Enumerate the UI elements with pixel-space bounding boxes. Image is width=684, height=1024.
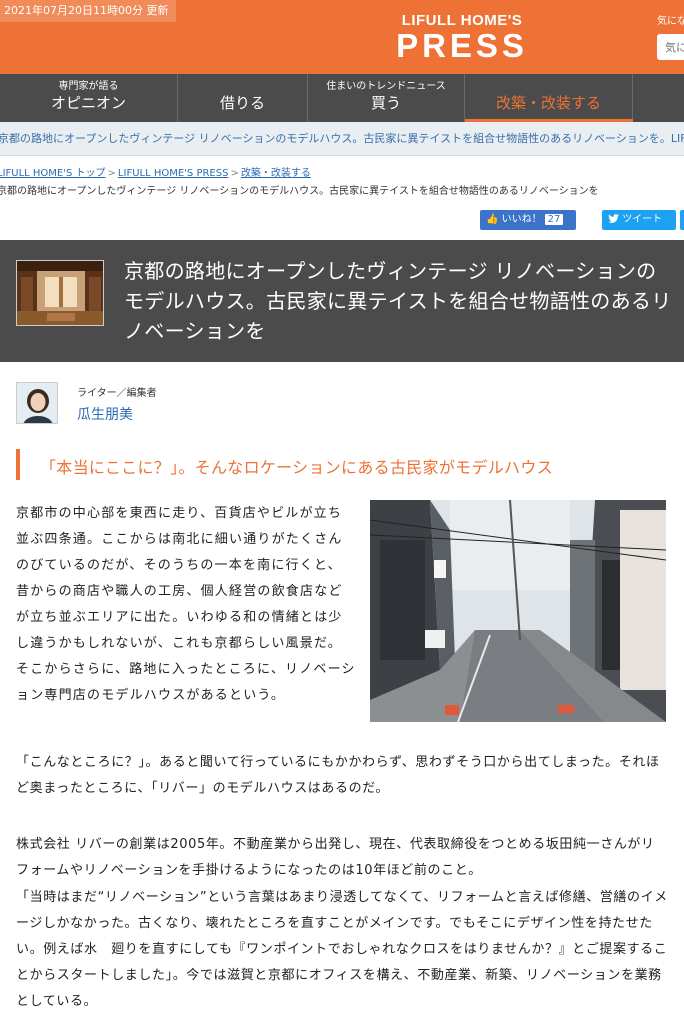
like-count: 27 <box>544 214 564 225</box>
author-avatar <box>16 382 58 424</box>
nav-label: オピニオン <box>50 94 126 112</box>
article-paragraph: 株式会社 リバーの創業は2005年。不動産業から出発し、現在、代表取締役をつとめ… <box>16 837 655 878</box>
author-role: ライター／編集者 <box>77 388 157 399</box>
share-button-partial[interactable] <box>680 210 684 230</box>
search-input[interactable] <box>657 34 684 60</box>
like-button[interactable]: 👍 いいね！ 27 <box>480 210 576 230</box>
article-paragraph: 「こんなところに？」。あると聞いて行っているにもかかわらず、思わずそう口から出て… <box>16 755 660 796</box>
site-logo[interactable]: LIFULL HOME'S PRESS <box>387 12 537 63</box>
search-label: 気になる <box>657 16 684 27</box>
nav-label: 借りる <box>219 94 265 112</box>
nav-sub-label: 住まいのトレンドニュース <box>326 81 446 92</box>
nav-label: 改築・改装する <box>495 94 601 112</box>
nav-sub-label <box>178 74 307 93</box>
nav-sub-label <box>465 74 632 93</box>
article-paragraph: 京都市の中心部を東西に走り、百貨店やビルが立ち並ぶ四条通。ここからは南北に細い通… <box>16 506 356 703</box>
nav-sub-label: 専門家が語る <box>58 81 119 92</box>
article-paragraph: 「当時はまだ“リノベーション”という言葉はあまり浸透してなくて、リフォームと言え… <box>16 890 668 1009</box>
nav-item-opinion[interactable]: 専門家が語る オピニオン <box>0 74 178 122</box>
breadcrumb-current: 京都の路地にオープンしたヴィンテージ リノベーションのモデルハウス。古民家に異テ… <box>0 186 599 197</box>
breadcrumb-link-top[interactable]: LIFULL HOME'S トップ <box>0 168 106 179</box>
nav-item-renovate[interactable]: 改築・改装する <box>465 74 633 122</box>
breadcrumb: LIFULL HOME'S トップ > LIFULL HOME'S PRESS > 改築… <box>0 166 681 181</box>
main-nav: 専門家が語る オピニオン 借りる 住まいのトレンドニュース 買う 改築・改装する <box>0 74 684 122</box>
nav-label: 買う <box>370 94 401 112</box>
like-label: いいね！ <box>501 214 542 225</box>
page-title: 京都の路地にオープンしたヴィンテージ リノベーションのモデルハウス。古民家に異テ… <box>124 259 672 343</box>
logo-bottom-text: PRESS <box>396 27 528 64</box>
section-accent-bar <box>16 449 20 480</box>
chevron-right-icon: > <box>107 168 116 179</box>
breadcrumb-link-press[interactable]: LIFULL HOME'S PRESS <box>118 168 229 179</box>
tweet-label: ツイート <box>622 214 663 225</box>
ticker-text: 京都の路地にオープンしたヴィンテージ リノベーションのモデルハウス。古民家に異テ… <box>0 132 684 145</box>
author-name-link[interactable]: 瓜生朋美 <box>77 404 133 424</box>
twitter-bird-icon <box>608 214 622 225</box>
article-thumbnail <box>16 260 104 326</box>
tweet-button[interactable]: ツイート <box>602 210 676 230</box>
section-heading: 「本当にここに？」。そんなロケーションにある古民家がモデルハウス <box>40 458 553 477</box>
breadcrumb-link-category[interactable]: 改築・改装する <box>241 168 311 179</box>
site-header: 2021年07月20日11時00分 更新 LIFULL HOME'S PRESS… <box>0 0 684 74</box>
thumbs-up-icon: 👍 <box>486 214 499 225</box>
chevron-right-icon: > <box>230 168 239 179</box>
nav-item-buy[interactable]: 住まいのトレンドニュース 買う <box>308 74 465 122</box>
update-timestamp: 2021年07月20日11時00分 更新 <box>0 0 177 22</box>
headline-ticker[interactable]: 京都の路地にオープンしたヴィンテージ リノベーションのモデルハウス。古民家に異テ… <box>0 122 684 156</box>
street-photo <box>370 500 666 722</box>
nav-item-rent[interactable]: 借りる <box>178 74 308 122</box>
